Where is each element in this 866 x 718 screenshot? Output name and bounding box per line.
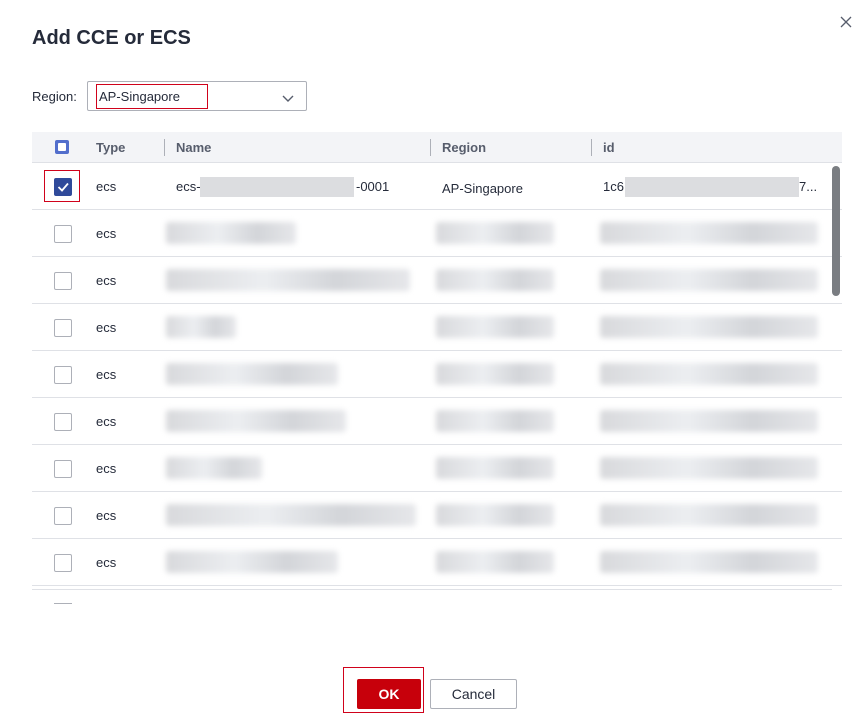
blurred-region bbox=[436, 269, 554, 291]
blurred-region bbox=[436, 457, 554, 479]
row-region: AP-Singapore bbox=[442, 181, 523, 196]
table-header: Type Name Region id bbox=[32, 132, 842, 163]
row-type: ecs bbox=[96, 555, 117, 570]
row-checkbox[interactable] bbox=[54, 178, 72, 196]
row-name-suffix: -0001 bbox=[356, 179, 390, 194]
column-header-name[interactable]: Name bbox=[176, 140, 211, 155]
blurred-region bbox=[436, 504, 554, 526]
blurred-name bbox=[166, 269, 410, 291]
row-checkbox[interactable] bbox=[54, 319, 72, 337]
row-id-prefix: 1c6 bbox=[603, 179, 624, 194]
redacted-id bbox=[625, 177, 799, 197]
blurred-region bbox=[436, 551, 554, 573]
row-checkbox[interactable] bbox=[54, 366, 72, 384]
blurred-region bbox=[436, 222, 554, 244]
row-checkbox[interactable] bbox=[54, 272, 72, 290]
blurred-name bbox=[166, 316, 236, 338]
blurred-id bbox=[600, 222, 818, 244]
region-select[interactable]: AP-Singapore bbox=[87, 81, 307, 111]
blurred-name bbox=[166, 551, 338, 573]
region-label: Region: bbox=[32, 89, 77, 104]
column-header-region[interactable]: Region bbox=[442, 140, 486, 155]
blurred-name bbox=[166, 363, 338, 385]
table-row[interactable]: ecs bbox=[32, 351, 842, 398]
blurred-id bbox=[600, 269, 818, 291]
row-checkbox[interactable] bbox=[54, 413, 72, 431]
blurred-region bbox=[436, 363, 554, 385]
table-row[interactable]: ecs bbox=[32, 539, 842, 586]
row-name-prefix: ecs- bbox=[176, 179, 201, 194]
table-row[interactable]: ecs ecs- -0001 AP-Singapore 1c6 7... bbox=[32, 163, 842, 210]
table-bottom-border bbox=[32, 589, 832, 590]
blurred-id bbox=[600, 551, 818, 573]
row-type: ecs bbox=[96, 273, 117, 288]
column-separator bbox=[164, 139, 165, 156]
blurred-id bbox=[600, 410, 818, 432]
next-row-hint bbox=[54, 603, 72, 604]
blurred-region bbox=[436, 316, 554, 338]
row-id-suffix: 7... bbox=[799, 179, 818, 194]
row-checkbox[interactable] bbox=[54, 225, 72, 243]
table-row[interactable]: ecs bbox=[32, 445, 842, 492]
column-header-type[interactable]: Type bbox=[96, 140, 125, 155]
table-scrollbar[interactable] bbox=[832, 166, 840, 296]
row-checkbox[interactable] bbox=[54, 507, 72, 525]
table-row[interactable]: ecs bbox=[32, 304, 842, 351]
blurred-id bbox=[600, 457, 818, 479]
select-all-checkbox[interactable] bbox=[55, 140, 69, 154]
check-icon bbox=[57, 182, 69, 192]
blurred-name bbox=[166, 410, 346, 432]
resource-table: Type Name Region id ecs ecs- -0001 AP-Si… bbox=[32, 132, 842, 586]
column-header-id[interactable]: id bbox=[603, 140, 615, 155]
row-type: ecs bbox=[96, 414, 117, 429]
region-highlight-box bbox=[96, 84, 208, 109]
row-checkbox[interactable] bbox=[54, 460, 72, 478]
cancel-button[interactable]: Cancel bbox=[430, 679, 517, 709]
close-icon[interactable] bbox=[838, 14, 854, 30]
blurred-name bbox=[166, 222, 296, 244]
partial-select-mark bbox=[58, 143, 66, 151]
blurred-id bbox=[600, 504, 818, 526]
blurred-name bbox=[166, 504, 416, 526]
row-type: ecs bbox=[96, 367, 117, 382]
blurred-id bbox=[600, 316, 818, 338]
table-row[interactable]: ecs bbox=[32, 398, 842, 445]
blurred-id bbox=[600, 363, 818, 385]
table-row[interactable]: ecs bbox=[32, 492, 842, 539]
row-type: ecs bbox=[96, 461, 117, 476]
redacted-name bbox=[200, 177, 354, 197]
chevron-down-icon bbox=[282, 91, 294, 102]
table-row[interactable]: ecs bbox=[32, 210, 842, 257]
column-separator bbox=[430, 139, 431, 156]
row-type: ecs bbox=[96, 226, 117, 241]
row-checkbox[interactable] bbox=[54, 554, 72, 572]
column-separator bbox=[591, 139, 592, 156]
blurred-region bbox=[436, 410, 554, 432]
blurred-name bbox=[166, 457, 262, 479]
ok-button[interactable]: OK bbox=[357, 679, 421, 709]
row-type: ecs bbox=[96, 179, 117, 194]
row-type: ecs bbox=[96, 320, 117, 335]
table-row[interactable]: ecs bbox=[32, 257, 842, 304]
row-type: ecs bbox=[96, 508, 117, 523]
dialog-title: Add CCE or ECS bbox=[32, 27, 191, 49]
